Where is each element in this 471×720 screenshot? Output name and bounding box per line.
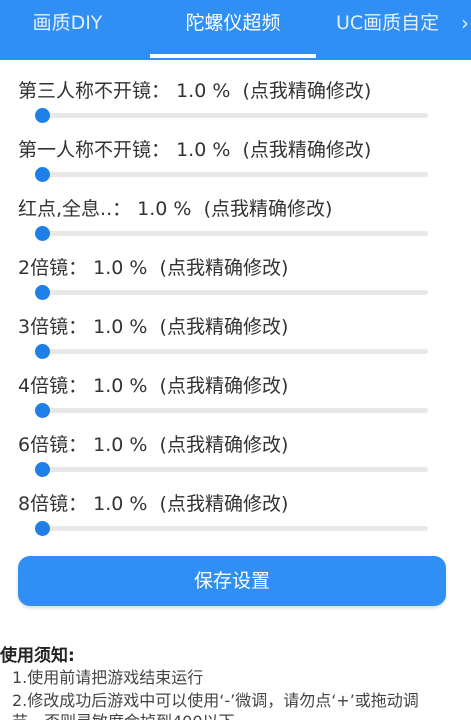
setting-name: 6倍镜： <box>18 434 88 456</box>
slider-thumb[interactable] <box>34 344 50 359</box>
setting-4x-scope: 4倍镜： 1.0 % (点我精确修改) <box>0 371 471 430</box>
setting-name: 第一人称不开镜： <box>18 139 171 161</box>
slider-thumb[interactable] <box>34 521 50 536</box>
setting-first-person: 第一人称不开镜： 1.0 % (点我精确修改) <box>0 135 471 194</box>
edit-hint-link[interactable]: (点我精确修改) <box>160 493 289 515</box>
setting-name: 8倍镜： <box>18 493 88 515</box>
usage-notes-title: 使用须知: <box>0 646 75 666</box>
tab-uc-quality-custom[interactable]: UC画质自定 <box>328 0 471 60</box>
setting-label-row[interactable]: 3倍镜： 1.0 % (点我精确修改) <box>18 312 288 339</box>
setting-label-row[interactable]: 红点,全息..： 1.0 % (点我精确修改) <box>18 194 332 221</box>
setting-value: 1.0 % <box>137 198 192 220</box>
edit-hint-link[interactable]: (点我精确修改) <box>160 316 289 338</box>
setting-6x-scope: 6倍镜： 1.0 % (点我精确修改) <box>0 430 471 489</box>
edit-hint-link[interactable]: (点我精确修改) <box>204 198 333 220</box>
usage-note-line: 1.使用前请把游戏结束运行 <box>12 668 204 687</box>
setting-label-row[interactable]: 6倍镜： 1.0 % (点我精确修改) <box>18 430 288 457</box>
setting-2x-scope: 2倍镜： 1.0 % (点我精确修改) <box>0 253 471 312</box>
setting-value: 1.0 % <box>93 257 148 279</box>
setting-label-row[interactable]: 8倍镜： 1.0 % (点我精确修改) <box>18 489 288 516</box>
slider-track[interactable] <box>38 526 428 531</box>
edit-hint-link[interactable]: (点我精确修改) <box>160 257 289 279</box>
setting-value: 1.0 % <box>93 493 148 515</box>
edit-hint-link[interactable]: (点我精确修改) <box>242 139 371 161</box>
usage-note-line: 节，否则灵敏度会掉到400以下 <box>12 708 235 720</box>
setting-value: 1.0 % <box>93 316 148 338</box>
setting-value: 1.0 % <box>176 80 231 102</box>
setting-label-row[interactable]: 第三人称不开镜： 1.0 % (点我精确修改) <box>18 76 371 103</box>
slider-track[interactable] <box>38 172 428 177</box>
setting-value: 1.0 % <box>93 434 148 456</box>
setting-third-person: 第三人称不开镜： 1.0 % (点我精确修改) <box>0 76 471 135</box>
setting-name: 4倍镜： <box>18 375 88 397</box>
slider-track[interactable] <box>38 467 428 472</box>
chevron-right-icon[interactable]: › <box>461 0 469 46</box>
slider-track[interactable] <box>38 349 428 354</box>
slider-thumb[interactable] <box>34 403 50 418</box>
slider-track[interactable] <box>38 231 428 236</box>
slider-track[interactable] <box>38 113 428 118</box>
setting-name: 2倍镜： <box>18 257 88 279</box>
setting-name: 3倍镜： <box>18 316 88 338</box>
setting-8x-scope: 8倍镜： 1.0 % (点我精确修改) <box>0 489 471 548</box>
setting-name: 第三人称不开镜： <box>18 80 171 102</box>
setting-red-dot-holo: 红点,全息..： 1.0 % (点我精确修改) <box>0 194 471 253</box>
setting-value: 1.0 % <box>176 139 231 161</box>
tab-quality-diy[interactable]: 画质DIY <box>0 0 135 60</box>
slider-track[interactable] <box>38 408 428 413</box>
slider-track[interactable] <box>38 290 428 295</box>
setting-name: 红点,全息..： <box>18 198 132 220</box>
tab-gyro-overclock[interactable]: 陀螺仪超频 <box>150 0 316 60</box>
slider-thumb[interactable] <box>34 108 50 123</box>
setting-3x-scope: 3倍镜： 1.0 % (点我精确修改) <box>0 312 471 371</box>
setting-label-row[interactable]: 2倍镜： 1.0 % (点我精确修改) <box>18 253 288 280</box>
save-settings-button[interactable]: 保存设置 <box>18 556 446 606</box>
slider-thumb[interactable] <box>34 226 50 241</box>
edit-hint-link[interactable]: (点我精确修改) <box>242 80 371 102</box>
active-tab-indicator <box>150 54 316 58</box>
edit-hint-link[interactable]: (点我精确修改) <box>160 375 289 397</box>
top-tab-bar: 画质DIY 陀螺仪超频 UC画质自定 › <box>0 0 471 60</box>
edit-hint-link[interactable]: (点我精确修改) <box>160 434 289 456</box>
setting-value: 1.0 % <box>93 375 148 397</box>
setting-label-row[interactable]: 4倍镜： 1.0 % (点我精确修改) <box>18 371 288 398</box>
slider-thumb[interactable] <box>34 285 50 300</box>
slider-thumb[interactable] <box>34 462 50 477</box>
setting-label-row[interactable]: 第一人称不开镜： 1.0 % (点我精确修改) <box>18 135 371 162</box>
slider-thumb[interactable] <box>34 167 50 182</box>
